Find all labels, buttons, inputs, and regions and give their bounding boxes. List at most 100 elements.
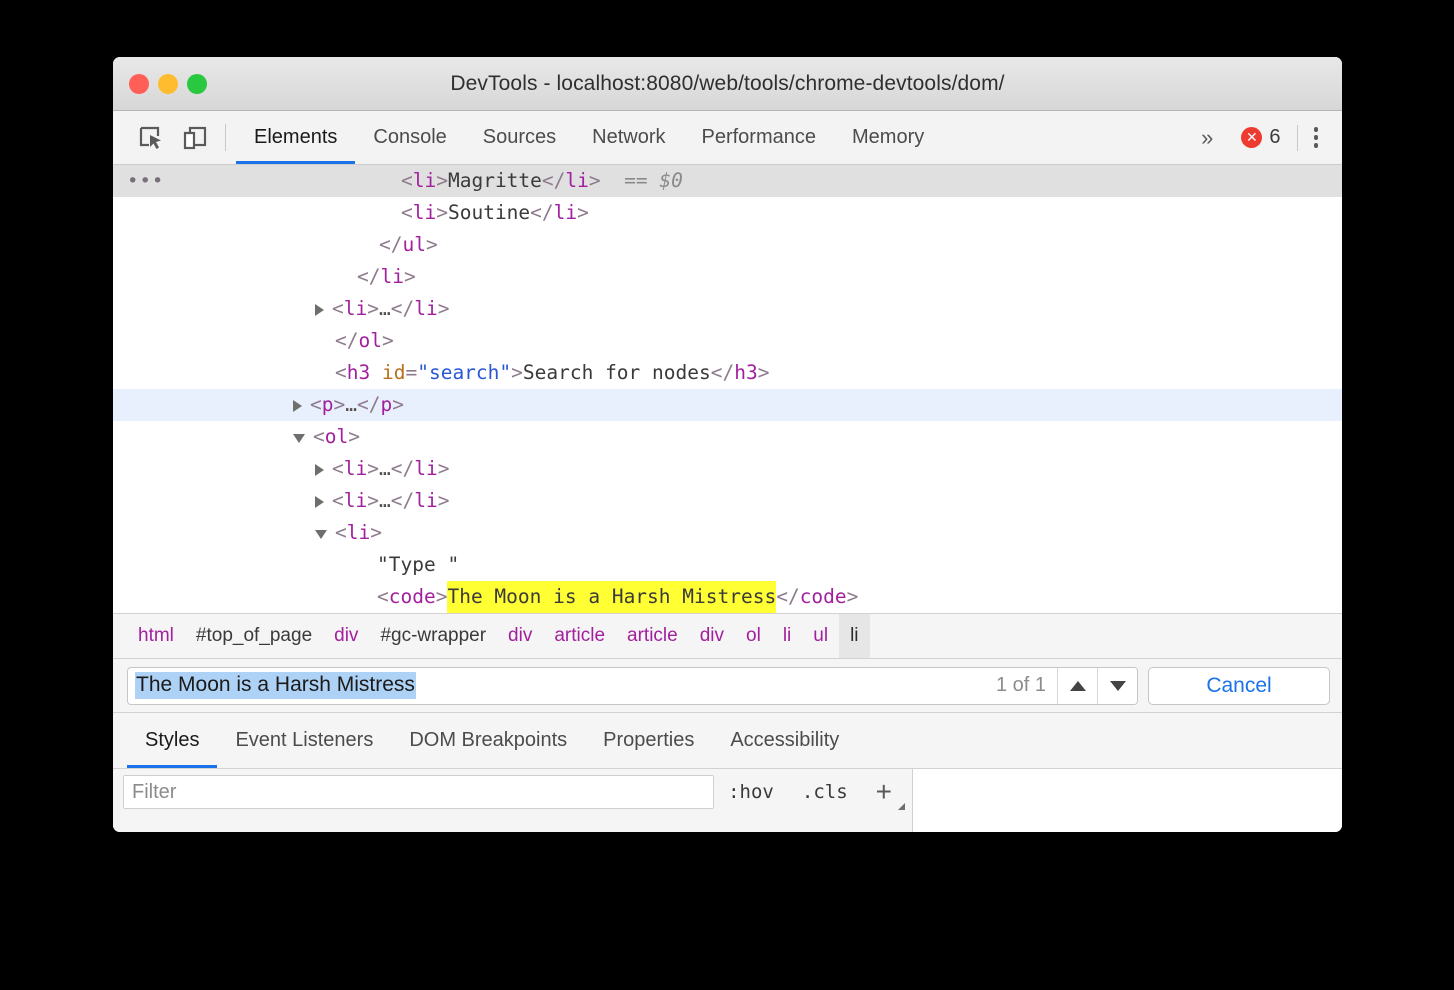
dom-token-punct: </: [711, 357, 734, 389]
tab-styles[interactable]: Styles: [127, 713, 217, 768]
breadcrumb-item-html-0[interactable]: html: [127, 614, 185, 658]
twisty-expanded-icon[interactable]: [293, 434, 305, 443]
twisty-collapsed-icon[interactable]: [315, 496, 324, 508]
cancel-button[interactable]: Cancel: [1148, 667, 1330, 705]
minimize-button[interactable]: [158, 74, 178, 94]
dom-token-tag: li: [380, 261, 403, 293]
dom-token-ellip: …: [379, 485, 391, 517]
row-li-collapsed-3[interactable]: <li>…</li>: [113, 485, 1342, 517]
dom-token-punct: >: [404, 261, 416, 293]
tab-event-listeners[interactable]: Event Listeners: [217, 713, 391, 768]
twisty-collapsed-icon[interactable]: [315, 464, 324, 476]
row-close-li[interactable]: </li>: [113, 261, 1342, 293]
error-circle-icon: ✕: [1241, 127, 1262, 148]
dom-token-punct: >: [758, 357, 770, 389]
dom-token-tag: li: [414, 453, 437, 485]
twisty-collapsed-icon[interactable]: [315, 304, 324, 316]
breadcrumb-item-li-11[interactable]: li: [839, 614, 869, 658]
tab-dom-breakpoints[interactable]: DOM Breakpoints: [391, 713, 585, 768]
breadcrumb-item-div-4[interactable]: div: [497, 614, 543, 658]
tab-accessibility[interactable]: Accessibility: [712, 713, 857, 768]
devtools-toolbar: Elements Console Sources Network Perform…: [113, 111, 1342, 165]
tab-sources[interactable]: Sources: [465, 111, 574, 164]
dom-token-hl: The Moon is a Harsh Mistress: [447, 581, 776, 613]
row-p-collapsed[interactable]: <p>…</p>: [113, 389, 1342, 421]
close-button[interactable]: [129, 74, 149, 94]
dom-token-punct: >: [370, 517, 382, 549]
breadcrumb-item-topofpage-1[interactable]: #top_of_page: [185, 614, 323, 658]
inspect-element-glyph: [138, 125, 164, 151]
row-li-magritte[interactable]: •••<li>Magritte</li> == $0: [113, 165, 1342, 197]
sidebar-tabs: Styles Event Listeners DOM Breakpoints P…: [113, 713, 1342, 769]
breadcrumb-item-article-6[interactable]: article: [616, 614, 689, 658]
inspect-element-icon[interactable]: [129, 111, 173, 164]
tab-network[interactable]: Network: [574, 111, 683, 164]
vertical-dots-icon[interactable]: [1304, 127, 1331, 148]
twisty-expanded-icon[interactable]: [315, 530, 327, 539]
styles-filter-input[interactable]: Filter: [123, 775, 714, 809]
breadcrumb-item-gcwrapper-3[interactable]: #gc-wrapper: [369, 614, 497, 658]
search-field[interactable]: The Moon is a Harsh Mistress 1 of 1: [127, 667, 1138, 705]
hov-button[interactable]: :hov: [714, 781, 788, 803]
breadcrumb-item-ol-8[interactable]: ol: [735, 614, 772, 658]
dom-token-punct: </: [357, 261, 380, 293]
dom-tree[interactable]: •••<li>Magritte</li> == $0<li>Soutine</l…: [113, 165, 1342, 613]
row-li-collapsed-1[interactable]: <li>…</li>: [113, 293, 1342, 325]
toolbar-divider: [225, 124, 226, 151]
toolbar-divider-2: [1297, 125, 1298, 151]
breadcrumb-item-article-5[interactable]: article: [543, 614, 616, 658]
breadcrumb-item-ul-10[interactable]: ul: [802, 614, 839, 658]
search-next-button[interactable]: [1097, 668, 1137, 704]
dom-token-punct: >: [436, 165, 448, 197]
dom-token-punct: >: [511, 357, 523, 389]
tab-console[interactable]: Console: [355, 111, 464, 164]
dom-token-ellip: …: [345, 389, 357, 421]
row-h3-search[interactable]: <h3 id="search">Search for nodes</h3>: [113, 357, 1342, 389]
dom-token-punct: >: [367, 293, 379, 325]
twisty-collapsed-icon[interactable]: [293, 400, 302, 412]
breadcrumb-item-li-9[interactable]: li: [772, 614, 802, 658]
tab-memory[interactable]: Memory: [834, 111, 942, 164]
device-toolbar-icon[interactable]: [173, 111, 217, 164]
error-badge[interactable]: ✕ 6: [1229, 126, 1290, 149]
zoom-button[interactable]: [187, 74, 207, 94]
dom-token-punct: >: [348, 421, 360, 453]
dom-token-punct: >: [438, 293, 450, 325]
dom-token-tag: li: [414, 293, 437, 325]
dom-token-tag: li: [344, 293, 367, 325]
dom-token-dollar: == $0: [601, 165, 683, 197]
search-input-value: The Moon is a Harsh Mistress: [135, 672, 416, 698]
row-li-open[interactable]: <li>: [113, 517, 1342, 549]
dom-token-punct: <: [332, 293, 344, 325]
dom-token-tag: code: [800, 581, 847, 613]
dom-token-punct: </: [379, 229, 402, 261]
dom-token-tag: li: [413, 197, 436, 229]
dom-token-punct: >: [436, 197, 448, 229]
more-tabs-chevron-icon[interactable]: »: [1185, 127, 1229, 149]
row-text-type[interactable]: "Type ": [113, 549, 1342, 581]
dom-token-tag: ul: [402, 229, 425, 261]
breadcrumb-item-div-2[interactable]: div: [323, 614, 369, 658]
cls-button[interactable]: .cls: [788, 781, 862, 803]
scroll-ellipsis[interactable]: •••: [127, 165, 164, 197]
row-close-ol[interactable]: </ol>: [113, 325, 1342, 357]
breadcrumb-item-div-7[interactable]: div: [689, 614, 735, 658]
search-input[interactable]: The Moon is a Harsh Mistress: [128, 668, 985, 704]
row-li-soutine[interactable]: <li>Soutine</li>: [113, 197, 1342, 229]
row-li-collapsed-2[interactable]: <li>…</li>: [113, 453, 1342, 485]
tab-properties[interactable]: Properties: [585, 713, 712, 768]
new-style-rule-button[interactable]: +: [862, 778, 912, 806]
tab-performance[interactable]: Performance: [684, 111, 835, 164]
row-ol-open[interactable]: <ol>: [113, 421, 1342, 453]
row-code-match[interactable]: <code>The Moon is a Harsh Mistress</code…: [113, 581, 1342, 613]
tab-elements[interactable]: Elements: [236, 111, 355, 164]
window-title: DevTools - localhost:8080/web/tools/chro…: [450, 72, 1004, 96]
dom-token-punct: >: [392, 389, 404, 421]
search-prev-button[interactable]: [1057, 668, 1097, 704]
dom-token-punct: <: [310, 389, 322, 421]
styles-rules-list[interactable]: [113, 815, 912, 832]
dom-token-punct: >: [438, 453, 450, 485]
dom-token-punct: <: [335, 357, 347, 389]
styles-filter-row: Filter :hov .cls +: [113, 769, 912, 815]
row-close-ul[interactable]: </ul>: [113, 229, 1342, 261]
